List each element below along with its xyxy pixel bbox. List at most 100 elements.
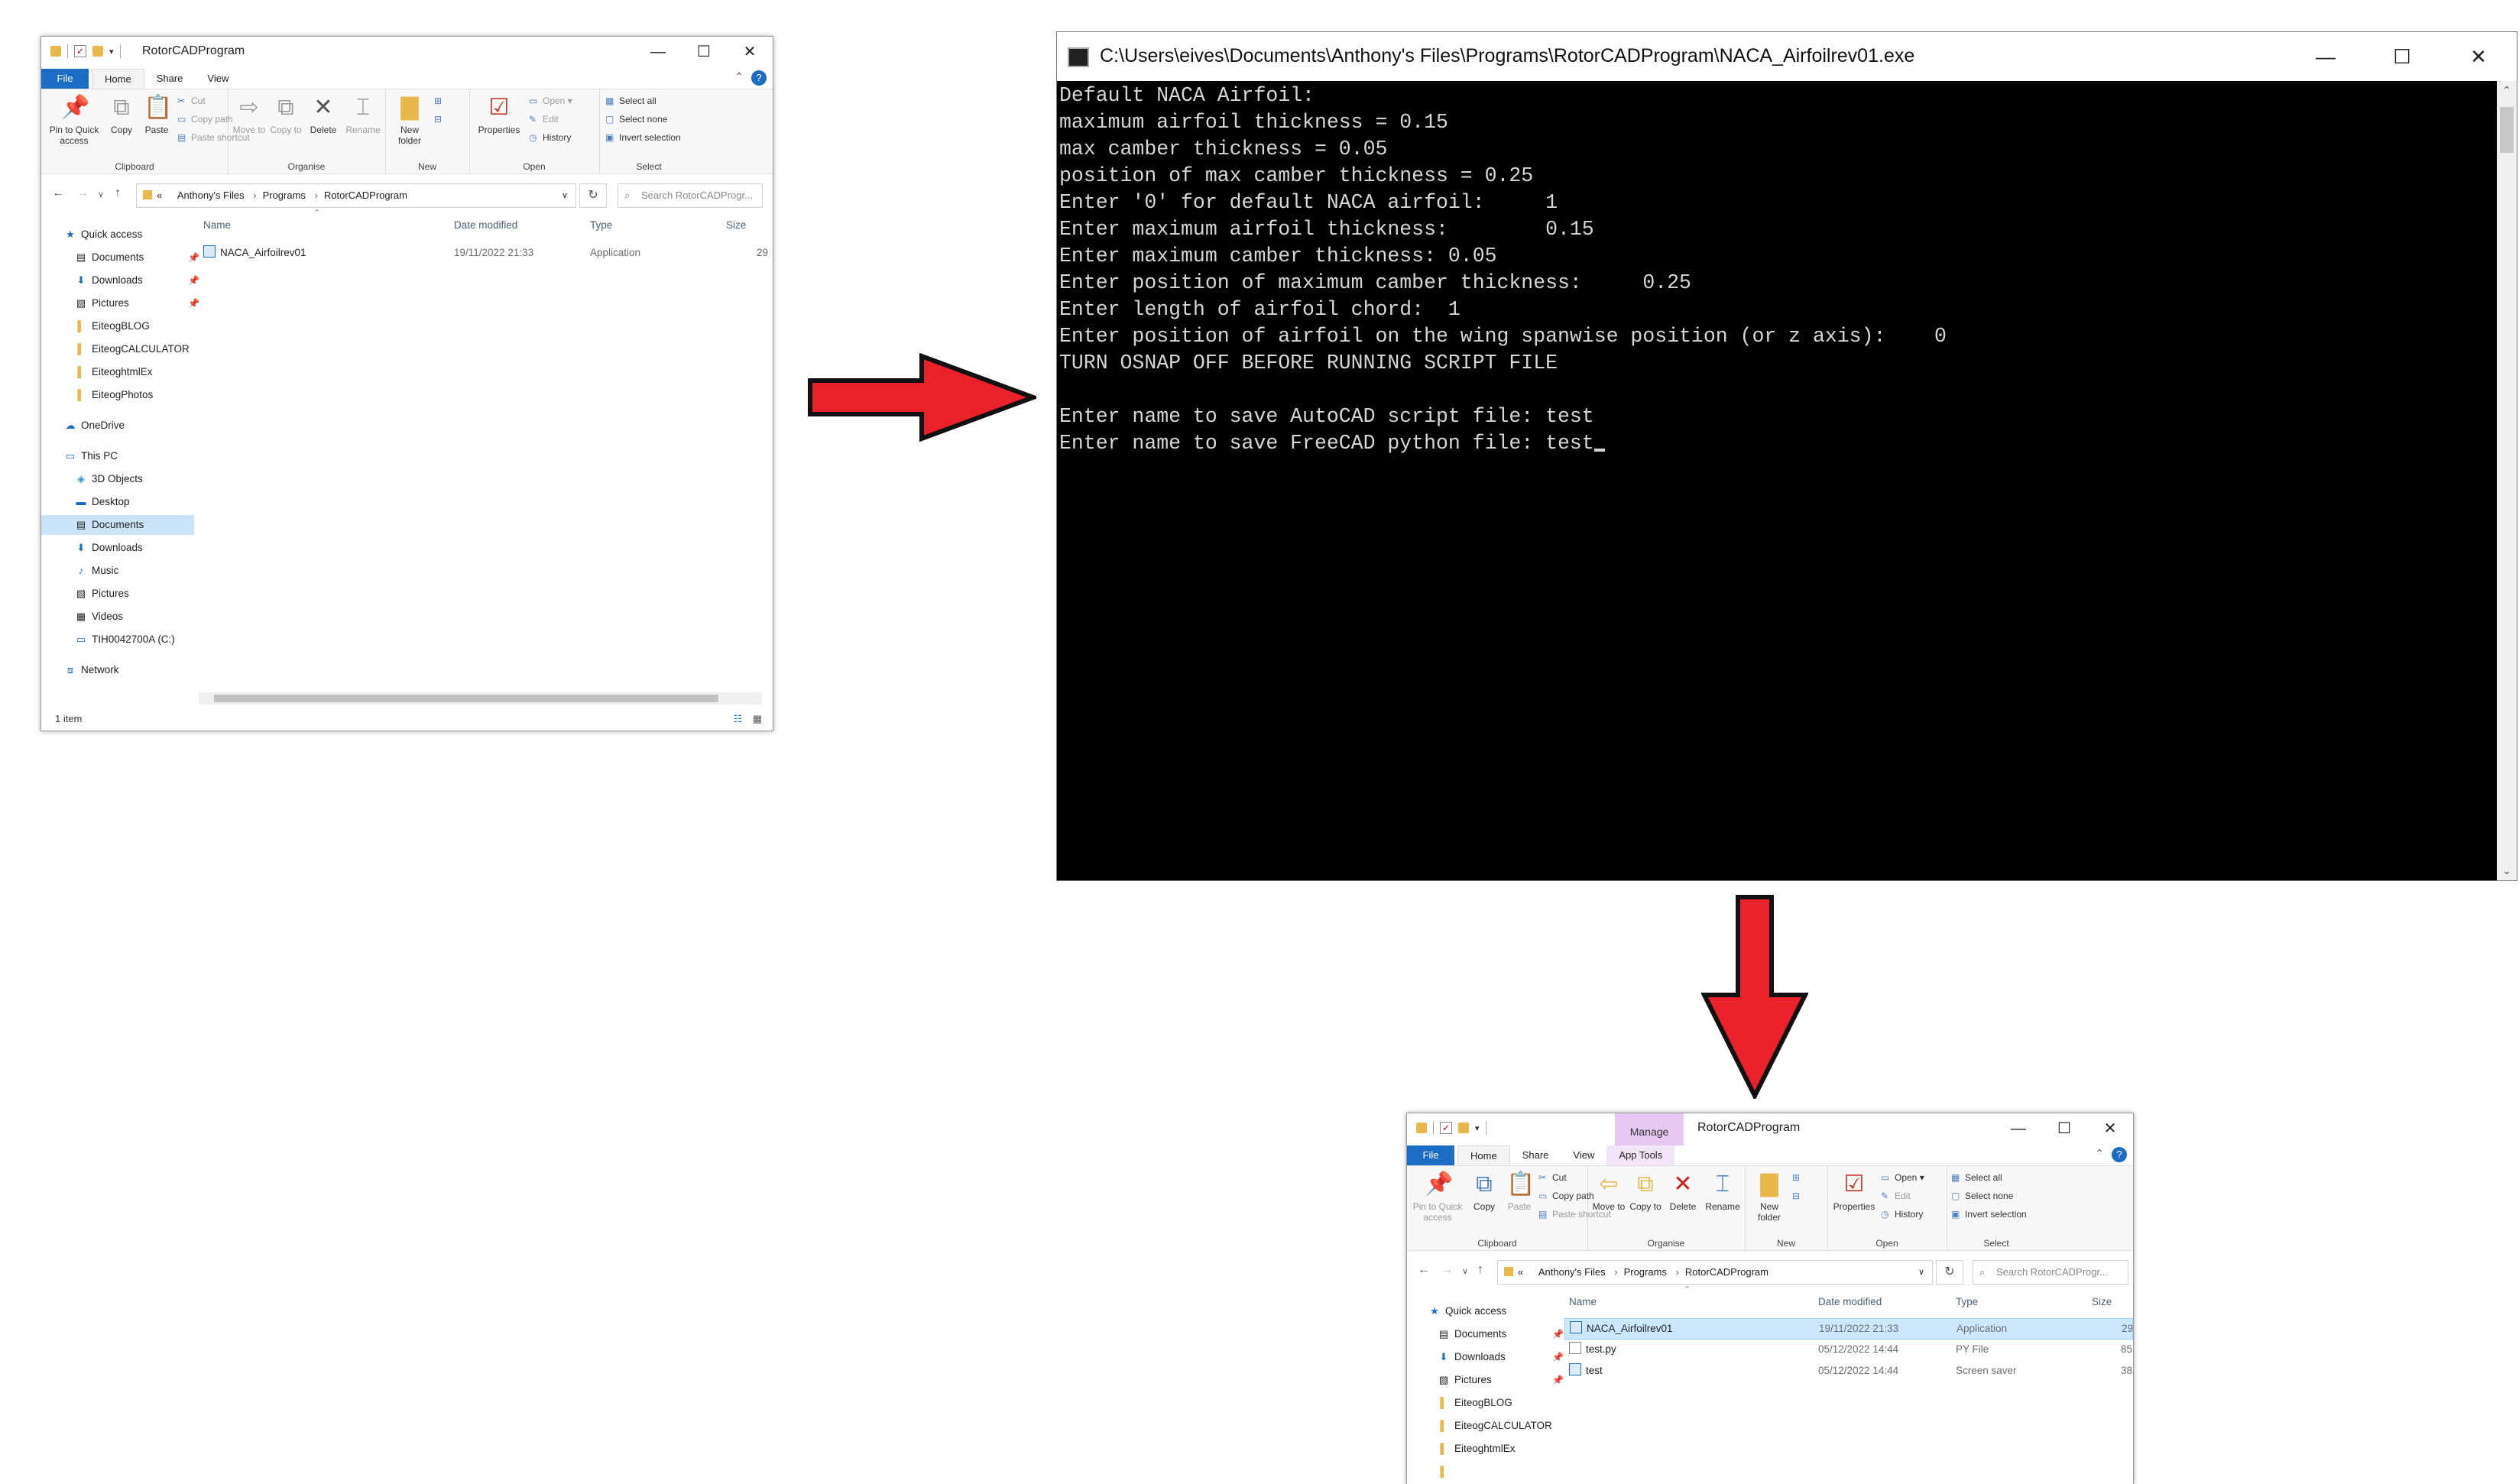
tab-share[interactable]: Share [144, 69, 196, 89]
nav-folder[interactable]: ▌ EiteogBLOG [1438, 1393, 1512, 1413]
console-output[interactable]: Default NACA Airfoil: maximum airfoil thi… [1057, 81, 2497, 880]
select-all-button[interactable]: ▦ Select all [605, 96, 656, 106]
copy-path-button[interactable]: ▭ Copy path [177, 114, 233, 125]
copy-button[interactable]: ⧉ Copy [104, 94, 139, 135]
up-arrow-icon[interactable]: ↑ [1477, 1263, 1483, 1277]
recent-locations-icon[interactable]: ∨ [98, 190, 104, 199]
manage-context-tab[interactable]: Manage [1615, 1113, 1684, 1145]
file-row[interactable]: NACA_Airfoilrev01 19/11/2022 21:33 Appli… [199, 243, 773, 263]
collapse-ribbon-icon[interactable]: ⌃ [734, 70, 744, 86]
nav-folder[interactable]: ▌ EiteogPhotos [75, 385, 153, 405]
nav-videos[interactable]: ▦ Videos [75, 607, 123, 627]
recent-locations-icon[interactable]: ∨ [1462, 1266, 1468, 1276]
paste-button[interactable]: 📋 Paste [1502, 1171, 1537, 1212]
scroll-up-icon[interactable]: ⌃ [2497, 84, 2517, 97]
maximize-button[interactable]: ☐ [2364, 32, 2440, 81]
nav-documents[interactable]: ▤ Documents 📌 [1438, 1324, 1564, 1344]
nav-downloads[interactable]: ⬇ Downloads 📌 [75, 271, 199, 290]
nav-this-pc[interactable]: ▭ This PC [64, 446, 118, 466]
tab-home[interactable]: Home [1457, 1145, 1510, 1166]
nav-folder[interactable]: ▌ EiteoghtmlEx [1438, 1439, 1515, 1459]
paste-button[interactable]: 📋 Paste [139, 94, 174, 135]
open-button[interactable]: ▭ Open ▾ [1881, 1172, 1924, 1183]
nav-quick-access[interactable]: ★ Quick access [64, 225, 142, 245]
nav-network[interactable]: ⧈ Network [64, 660, 119, 680]
properties-check-icon[interactable]: ✓ [74, 45, 86, 57]
cut-button[interactable]: ✂ Cut [177, 96, 206, 106]
properties-button[interactable]: ☑ Properties [472, 94, 526, 135]
tab-share[interactable]: Share [1510, 1145, 1561, 1165]
column-type[interactable]: Type [590, 214, 612, 237]
move-to-button[interactable]: ⇨ Move to [231, 94, 267, 135]
column-type[interactable]: Type [1956, 1291, 1978, 1314]
refresh-button[interactable]: ↻ [1936, 1260, 1963, 1285]
tab-home[interactable]: Home [92, 68, 144, 89]
rename-button[interactable]: ⌶ Rename [1702, 1171, 1743, 1212]
file-row[interactable]: test 05/12/2022 14:44 Screen saver 38 [1564, 1361, 2133, 1381]
copy-button[interactable]: ⧉ Copy [1467, 1171, 1502, 1212]
column-size[interactable]: Size [726, 214, 746, 237]
select-all-button[interactable]: ▦ Select all [1951, 1172, 2002, 1183]
easy-access-button[interactable]: ⊟ [1792, 1191, 1806, 1201]
help-icon[interactable]: ? [2112, 1147, 2127, 1162]
search-input[interactable]: ⌕ Search RotorCADProgr... [1973, 1260, 2128, 1285]
invert-selection-button[interactable]: ▣ Invert selection [1951, 1209, 2027, 1220]
breadcrumb-item[interactable]: Anthony's Files [1538, 1266, 1606, 1278]
address-box[interactable]: « Anthony's Files › Programs › RotorCADPro… [136, 183, 576, 208]
delete-button[interactable]: ✕ Delete [304, 94, 342, 135]
nav-folder[interactable]: ▌ EiteoghtmlEx [75, 362, 152, 382]
up-arrow-icon[interactable]: ↑ [115, 186, 121, 200]
easy-access-button[interactable]: ⊟ [434, 114, 448, 125]
scroll-down-icon[interactable]: ⌄ [2497, 864, 2517, 877]
breadcrumb-item[interactable]: Programs [263, 190, 306, 201]
forward-arrow-icon[interactable]: → [1441, 1263, 1453, 1277]
pin-quick-access-button[interactable]: 📌 Pin to Quick access [44, 94, 104, 146]
nav-folder[interactable]: ▌ EiteogCALCULATOR [1438, 1416, 1551, 1436]
delete-button[interactable]: ✕ Delete [1664, 1171, 1702, 1212]
minimize-button[interactable]: — [2287, 32, 2364, 81]
tab-view[interactable]: View [195, 69, 241, 89]
nav-documents[interactable]: ▤ Documents 📌 [75, 248, 199, 267]
breadcrumb-item[interactable]: RotorCADProgram [1685, 1266, 1768, 1278]
search-input[interactable]: ⌕ Search RotorCADProgr... [618, 183, 763, 208]
nav-downloads-pc[interactable]: ⬇ Downloads [75, 538, 143, 558]
nav-pictures-pc[interactable]: ▧ Pictures [75, 584, 129, 604]
new-folder-icon[interactable] [1458, 1123, 1469, 1133]
nav-documents-pc[interactable]: ▤ Documents [41, 515, 194, 535]
nav-downloads[interactable]: ⬇ Downloads 📌 [1438, 1347, 1564, 1367]
pin-quick-access-button[interactable]: 📌 Pin to Quick access [1409, 1171, 1467, 1223]
new-item-button[interactable]: ⊞ [434, 96, 448, 106]
file-row[interactable]: NACA_Airfoilrev01 19/11/2022 21:33 Appli… [1564, 1318, 2133, 1340]
customize-dropdown-icon[interactable]: ▾ [1475, 1123, 1480, 1133]
customize-dropdown-icon[interactable]: ▾ [109, 47, 114, 57]
maximize-button[interactable]: ☐ [2041, 1113, 2087, 1144]
breadcrumb-item[interactable]: Programs [1624, 1266, 1667, 1278]
refresh-button[interactable]: ↻ [579, 183, 607, 208]
close-button[interactable]: ✕ [2440, 32, 2517, 81]
open-button[interactable]: ▭ Open ▾ [529, 96, 572, 106]
help-icon[interactable]: ? [751, 70, 767, 86]
breadcrumb-item[interactable]: Anthony's Files [177, 190, 245, 201]
forward-arrow-icon[interactable]: → [76, 186, 89, 200]
minimize-button[interactable]: — [635, 37, 681, 67]
column-date-modified[interactable]: Date modified [1818, 1291, 1882, 1314]
copy-to-button[interactable]: ⧉ Copy to [1627, 1171, 1664, 1212]
nav-onedrive[interactable]: ☁ OneDrive [64, 416, 125, 436]
tab-app-tools[interactable]: App Tools [1606, 1145, 1675, 1165]
breadcrumb-item[interactable]: RotorCADProgram [324, 190, 407, 201]
address-dropdown-icon[interactable]: ∨ [562, 184, 568, 207]
close-button[interactable]: ✕ [727, 37, 773, 67]
edit-button[interactable]: ✎ Edit [1881, 1191, 1911, 1201]
nav-quick-access[interactable]: ★ Quick access [1428, 1301, 1506, 1321]
nav-music[interactable]: ♪ Music [75, 561, 119, 581]
edit-button[interactable]: ✎ Edit [529, 114, 559, 125]
back-arrow-icon[interactable]: ← [1418, 1263, 1430, 1277]
address-box[interactable]: « Anthony's Files › Programs › RotorCADPro… [1497, 1260, 1933, 1285]
properties-button[interactable]: ☑ Properties [1829, 1171, 1879, 1212]
new-folder-button[interactable]: ▇ New folder [388, 94, 431, 146]
nav-pictures[interactable]: ▧ Pictures 📌 [1438, 1370, 1564, 1390]
column-date-modified[interactable]: Date modified [454, 214, 517, 237]
column-name[interactable]: Name [1569, 1291, 1597, 1314]
tab-file[interactable]: File [1407, 1145, 1454, 1165]
new-folder-button[interactable]: ▇ New folder [1748, 1171, 1791, 1223]
